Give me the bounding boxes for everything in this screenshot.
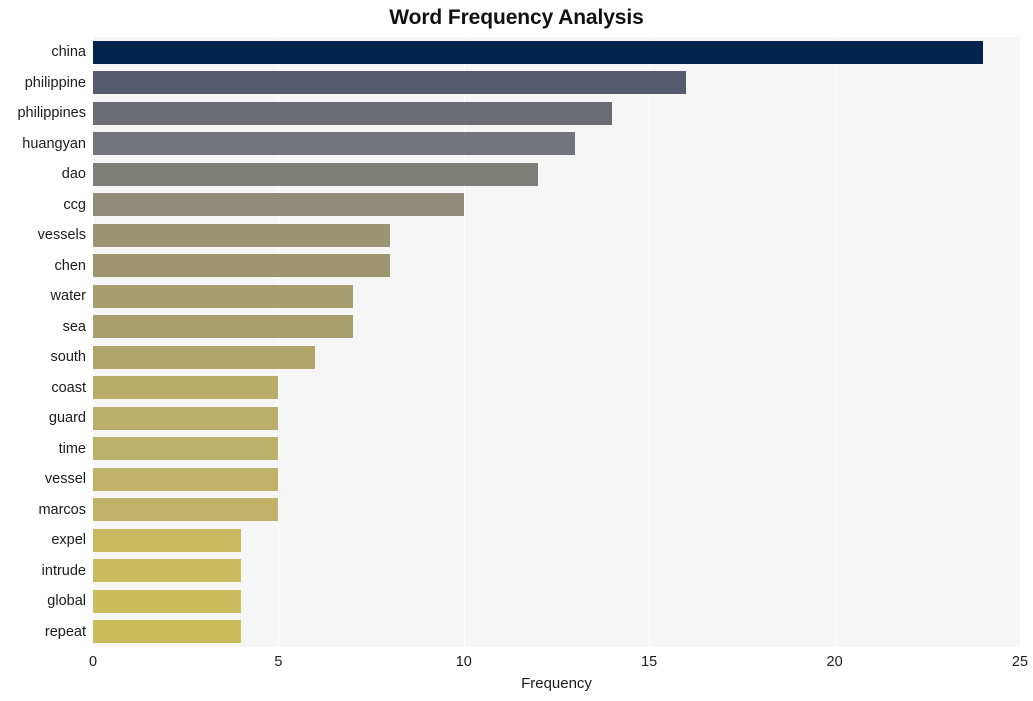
bar[interactable] [93, 559, 242, 583]
y-axis-tick-label: guard [48, 410, 86, 427]
y-axis-tick-label: ccg [63, 196, 86, 213]
bar-row[interactable] [93, 467, 1020, 491]
word-frequency-chart: Word Frequency Analysis china philippine p… [0, 0, 1033, 701]
y-axis-tick-label: water [50, 288, 86, 305]
bar-row[interactable] [93, 193, 1020, 217]
bar-row[interactable] [93, 254, 1020, 278]
bar-row[interactable] [93, 620, 1020, 644]
bar-row[interactable] [93, 437, 1020, 461]
plot-area [93, 37, 1021, 647]
gridline [1020, 37, 1021, 647]
y-axis-tick-label: repeat [44, 623, 86, 640]
y-axis-tick-label: intrude [41, 562, 86, 579]
bar-row[interactable] [93, 589, 1020, 613]
bar-row[interactable] [93, 528, 1020, 552]
y-axis-tick-label: huangyan [22, 135, 86, 152]
x-axis-tick-label: 5 [274, 654, 283, 670]
bar[interactable] [93, 345, 316, 369]
bar[interactable] [93, 71, 687, 95]
bar[interactable] [93, 132, 576, 156]
bar-row[interactable] [93, 101, 1020, 125]
chart-title: Word Frequency Analysis [389, 6, 644, 29]
bar[interactable] [93, 437, 279, 461]
bar-row[interactable] [93, 162, 1020, 186]
bar-row[interactable] [93, 40, 1020, 64]
bar-row[interactable] [93, 132, 1020, 156]
bar-row[interactable] [93, 498, 1020, 522]
bar-row[interactable] [93, 315, 1020, 339]
x-axis-tick-label: 25 [1011, 654, 1029, 670]
bar[interactable] [93, 620, 242, 644]
y-axis-labels: china philippine philippines huangyan dao ccg… [0, 37, 86, 647]
bar-row[interactable] [93, 223, 1020, 247]
bar[interactable] [93, 223, 390, 247]
y-axis-tick-label: chen [54, 257, 86, 274]
y-axis-tick-label: time [58, 440, 86, 457]
bar[interactable] [93, 315, 353, 339]
bar[interactable] [93, 162, 538, 186]
bar[interactable] [93, 406, 279, 430]
bar[interactable] [93, 284, 353, 308]
y-axis-tick-label: marcos [38, 501, 86, 518]
bar[interactable] [93, 254, 390, 278]
y-axis-tick-label: dao [61, 166, 86, 183]
bar[interactable] [93, 528, 242, 552]
bar[interactable] [93, 376, 279, 400]
x-axis-tick-label: 0 [88, 654, 98, 670]
y-axis-tick-label: philippines [17, 105, 86, 122]
bars-layer [93, 37, 1020, 647]
y-axis-tick-label: sea [62, 318, 86, 335]
y-axis-tick-label: coast [51, 379, 86, 396]
bar[interactable] [93, 589, 242, 613]
x-axis-ticks: 0 5 10 15 20 25 [89, 647, 1028, 677]
bar-row[interactable] [93, 406, 1020, 430]
x-axis-tick-label: 15 [641, 654, 658, 670]
bar-row[interactable] [93, 559, 1020, 583]
bar-row[interactable] [93, 345, 1020, 369]
y-axis-tick-label: china [51, 44, 86, 61]
bar[interactable] [93, 498, 279, 522]
bar-row[interactable] [93, 284, 1020, 308]
y-axis-tick-label: philippine [24, 74, 86, 91]
bar[interactable] [93, 101, 613, 125]
bar-row[interactable] [93, 376, 1020, 400]
x-axis-title: Frequency [521, 675, 592, 692]
y-axis-tick-label: vessels [37, 227, 86, 244]
y-axis-tick-label: vessel [44, 471, 86, 488]
bar[interactable] [93, 467, 279, 491]
y-axis-tick-label: expel [51, 532, 86, 549]
x-axis-tick-label: 10 [455, 654, 472, 670]
y-axis-tick-label: global [47, 593, 86, 610]
x-axis-tick-label: 20 [826, 654, 843, 670]
y-axis-tick-label: south [50, 349, 86, 366]
bar[interactable] [93, 193, 464, 217]
bar-row[interactable] [93, 71, 1020, 95]
bar[interactable] [93, 40, 983, 64]
